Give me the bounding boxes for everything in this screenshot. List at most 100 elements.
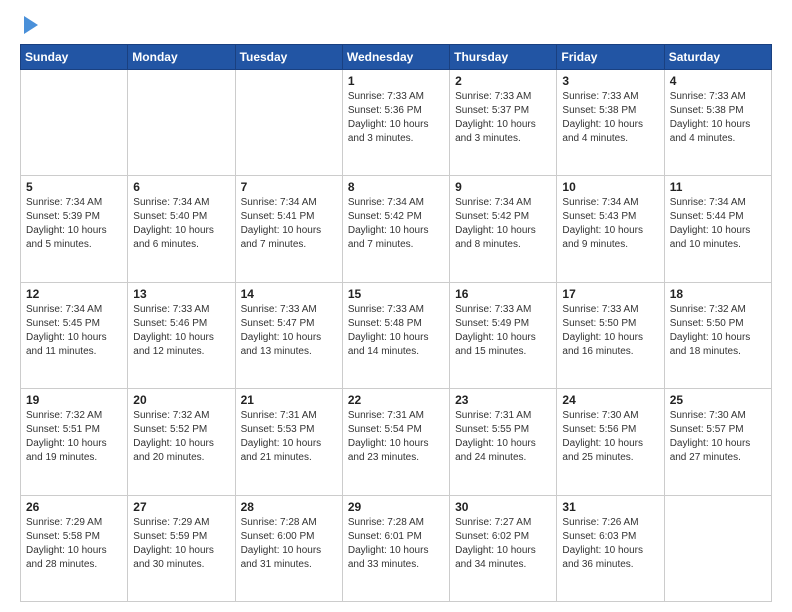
- calendar-cell: 23Sunrise: 7:31 AMSunset: 5:55 PMDayligh…: [450, 389, 557, 495]
- cell-content: Sunrise: 7:34 AMSunset: 5:45 PMDaylight:…: [26, 303, 122, 359]
- day-number: 20: [133, 393, 229, 407]
- cell-content: Sunrise: 7:34 AMSunset: 5:42 PMDaylight:…: [455, 196, 551, 252]
- cell-content: Sunrise: 7:32 AMSunset: 5:51 PMDaylight:…: [26, 409, 122, 465]
- calendar-cell: 26 Sunrise: 7:29 AMSunset: 5:58 PMDayligh…: [21, 495, 128, 601]
- calendar-cell: [664, 495, 771, 601]
- weekday-header-saturday: Saturday: [664, 45, 771, 70]
- day-number: 2: [455, 74, 551, 88]
- cell-content: Sunrise: 7:33 AMSunset: 5:47 PMDaylight:…: [241, 303, 337, 359]
- calendar-cell: 25Sunrise: 7:30 AMSunset: 5:57 PMDayligh…: [664, 389, 771, 495]
- calendar-cell: 19 Sunrise: 7:32 AMSunset: 5:51 PMDayligh…: [21, 389, 128, 495]
- cell-content: Sunrise: 7:32 AMSunset: 5:50 PMDaylight:…: [670, 303, 766, 359]
- calendar-cell: 30Sunrise: 7:27 AMSunset: 6:02 PMDayligh…: [450, 495, 557, 601]
- cell-content: Sunrise: 7:34 AMSunset: 5:42 PMDaylight:…: [348, 196, 444, 252]
- calendar-cell: 10 Sunrise: 7:34 AMSunset: 5:43 PMDayligh…: [557, 176, 664, 282]
- weekday-header-wednesday: Wednesday: [342, 45, 449, 70]
- cell-content: Sunrise: 7:31 AMSunset: 5:53 PMDaylight:…: [241, 409, 337, 465]
- week-row-5: 26 Sunrise: 7:29 AMSunset: 5:58 PMDayligh…: [21, 495, 772, 601]
- day-number: 11: [670, 180, 766, 194]
- logo-arrow-icon: [24, 16, 38, 34]
- cell-content: Sunrise: 7:28 AMSunset: 6:00 PMDaylight:…: [241, 516, 337, 572]
- cell-content: Sunrise: 7:26 AMSunset: 6:03 PMDaylight:…: [562, 516, 658, 572]
- weekday-header-monday: Monday: [128, 45, 235, 70]
- cell-content: Sunrise: 7:33 AMSunset: 5:38 PMDaylight:…: [670, 90, 766, 146]
- day-number: 22: [348, 393, 444, 407]
- weekday-header-thursday: Thursday: [450, 45, 557, 70]
- day-number: 13: [133, 287, 229, 301]
- day-number: 29: [348, 500, 444, 514]
- calendar-cell: 16Sunrise: 7:33 AMSunset: 5:49 PMDayligh…: [450, 282, 557, 388]
- weekday-header-friday: Friday: [557, 45, 664, 70]
- cell-content: Sunrise: 7:33 AMSunset: 5:48 PMDaylight:…: [348, 303, 444, 359]
- day-number: 1: [348, 74, 444, 88]
- calendar-cell: 12 Sunrise: 7:34 AMSunset: 5:45 PMDayligh…: [21, 282, 128, 388]
- cell-content: Sunrise: 7:33 AMSunset: 5:36 PMDaylight:…: [348, 90, 444, 146]
- calendar-cell: 9Sunrise: 7:34 AMSunset: 5:42 PMDaylight…: [450, 176, 557, 282]
- logo: [20, 18, 38, 34]
- day-number: 6: [133, 180, 229, 194]
- day-number: 15: [348, 287, 444, 301]
- day-number: 27: [133, 500, 229, 514]
- calendar-cell: 15 Sunrise: 7:33 AMSunset: 5:48 PMDayligh…: [342, 282, 449, 388]
- day-number: 26: [26, 500, 122, 514]
- cell-content: Sunrise: 7:28 AMSunset: 6:01 PMDaylight:…: [348, 516, 444, 572]
- week-row-2: 5 Sunrise: 7:34 AMSunset: 5:39 PMDaylight…: [21, 176, 772, 282]
- calendar-cell: [235, 70, 342, 176]
- day-number: 19: [26, 393, 122, 407]
- cell-content: Sunrise: 7:29 AMSunset: 5:58 PMDaylight:…: [26, 516, 122, 572]
- week-row-3: 12 Sunrise: 7:34 AMSunset: 5:45 PMDayligh…: [21, 282, 772, 388]
- calendar-cell: 4 Sunrise: 7:33 AMSunset: 5:38 PMDaylight…: [664, 70, 771, 176]
- calendar-cell: [21, 70, 128, 176]
- day-number: 28: [241, 500, 337, 514]
- cell-content: Sunrise: 7:31 AMSunset: 5:54 PMDaylight:…: [348, 409, 444, 465]
- calendar-cell: 2 Sunrise: 7:33 AMSunset: 5:37 PMDaylight…: [450, 70, 557, 176]
- day-number: 16: [455, 287, 551, 301]
- cell-content: Sunrise: 7:29 AMSunset: 5:59 PMDaylight:…: [133, 516, 229, 572]
- cell-content: Sunrise: 7:34 AMSunset: 5:44 PMDaylight:…: [670, 196, 766, 252]
- cell-content: Sunrise: 7:34 AMSunset: 5:39 PMDaylight:…: [26, 196, 122, 252]
- calendar-cell: 22 Sunrise: 7:31 AMSunset: 5:54 PMDayligh…: [342, 389, 449, 495]
- day-number: 24: [562, 393, 658, 407]
- week-row-4: 19 Sunrise: 7:32 AMSunset: 5:51 PMDayligh…: [21, 389, 772, 495]
- day-number: 5: [26, 180, 122, 194]
- calendar-cell: 21Sunrise: 7:31 AMSunset: 5:53 PMDayligh…: [235, 389, 342, 495]
- calendar-cell: 1 Sunrise: 7:33 AMSunset: 5:36 PMDaylight…: [342, 70, 449, 176]
- cell-content: Sunrise: 7:34 AMSunset: 5:40 PMDaylight:…: [133, 196, 229, 252]
- day-number: 18: [670, 287, 766, 301]
- page: SundayMondayTuesdayWednesdayThursdayFrid…: [0, 0, 792, 612]
- calendar-cell: 31 Sunrise: 7:26 AMSunset: 6:03 PMDayligh…: [557, 495, 664, 601]
- calendar-cell: 18 Sunrise: 7:32 AMSunset: 5:50 PMDayligh…: [664, 282, 771, 388]
- calendar-cell: [128, 70, 235, 176]
- calendar-cell: 14 Sunrise: 7:33 AMSunset: 5:47 PMDayligh…: [235, 282, 342, 388]
- day-number: 12: [26, 287, 122, 301]
- day-number: 7: [241, 180, 337, 194]
- weekday-header-sunday: Sunday: [21, 45, 128, 70]
- calendar-cell: 8 Sunrise: 7:34 AMSunset: 5:42 PMDaylight…: [342, 176, 449, 282]
- cell-content: Sunrise: 7:34 AMSunset: 5:41 PMDaylight:…: [241, 196, 337, 252]
- day-number: 10: [562, 180, 658, 194]
- header: [20, 18, 772, 34]
- day-number: 30: [455, 500, 551, 514]
- day-number: 8: [348, 180, 444, 194]
- day-number: 31: [562, 500, 658, 514]
- calendar-cell: 28 Sunrise: 7:28 AMSunset: 6:00 PMDayligh…: [235, 495, 342, 601]
- cell-content: Sunrise: 7:30 AMSunset: 5:57 PMDaylight:…: [670, 409, 766, 465]
- calendar-cell: 17 Sunrise: 7:33 AMSunset: 5:50 PMDayligh…: [557, 282, 664, 388]
- day-number: 17: [562, 287, 658, 301]
- calendar-cell: 27 Sunrise: 7:29 AMSunset: 5:59 PMDayligh…: [128, 495, 235, 601]
- cell-content: Sunrise: 7:33 AMSunset: 5:50 PMDaylight:…: [562, 303, 658, 359]
- cell-content: Sunrise: 7:33 AMSunset: 5:38 PMDaylight:…: [562, 90, 658, 146]
- calendar-cell: 11 Sunrise: 7:34 AMSunset: 5:44 PMDayligh…: [664, 176, 771, 282]
- calendar-cell: 29 Sunrise: 7:28 AMSunset: 6:01 PMDayligh…: [342, 495, 449, 601]
- cell-content: Sunrise: 7:33 AMSunset: 5:37 PMDaylight:…: [455, 90, 551, 146]
- cell-content: Sunrise: 7:34 AMSunset: 5:43 PMDaylight:…: [562, 196, 658, 252]
- week-row-1: 1 Sunrise: 7:33 AMSunset: 5:36 PMDaylight…: [21, 70, 772, 176]
- calendar-cell: 13Sunrise: 7:33 AMSunset: 5:46 PMDayligh…: [128, 282, 235, 388]
- calendar-cell: 5 Sunrise: 7:34 AMSunset: 5:39 PMDaylight…: [21, 176, 128, 282]
- calendar-table: SundayMondayTuesdayWednesdayThursdayFrid…: [20, 44, 772, 602]
- cell-content: Sunrise: 7:32 AMSunset: 5:52 PMDaylight:…: [133, 409, 229, 465]
- day-number: 3: [562, 74, 658, 88]
- day-number: 4: [670, 74, 766, 88]
- day-number: 14: [241, 287, 337, 301]
- day-number: 23: [455, 393, 551, 407]
